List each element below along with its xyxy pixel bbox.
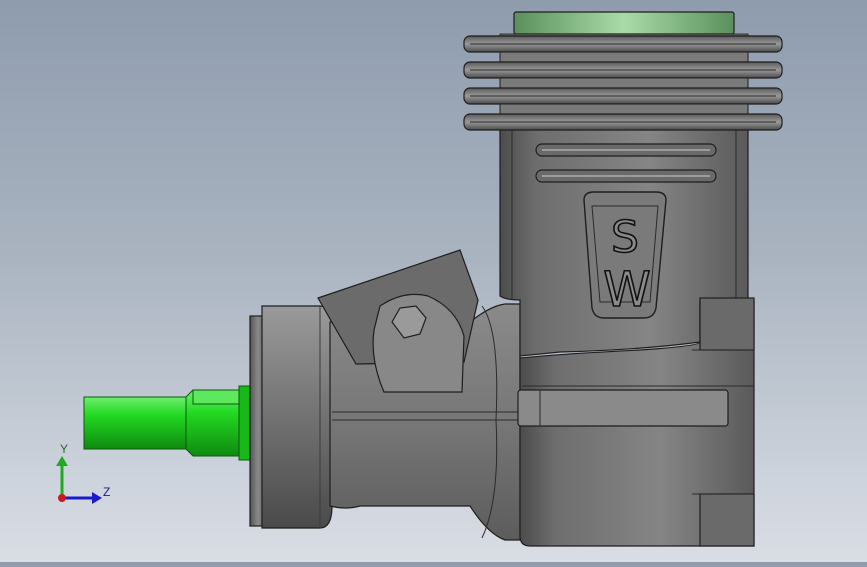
3d-viewport[interactable]: S W Y Z: [0, 0, 867, 562]
origin-dot: [58, 494, 66, 502]
axis-z-label: Z: [103, 485, 111, 499]
brand-logo: S W: [583, 191, 667, 319]
z-arrowhead-icon: [92, 492, 102, 504]
y-arrowhead-icon: [56, 456, 68, 466]
cylinder-head[interactable]: [499, 11, 749, 39]
axis-y-label: Y: [60, 442, 69, 456]
logo-letter-top: S: [611, 212, 639, 263]
front-flange[interactable]: [249, 305, 333, 529]
engine-model[interactable]: S W: [0, 0, 867, 562]
axis-triad: [56, 456, 102, 504]
propeller-shaft[interactable]: [83, 385, 252, 461]
cooling-fins[interactable]: [463, 35, 783, 131]
logo-letter-bottom: W: [603, 262, 650, 318]
